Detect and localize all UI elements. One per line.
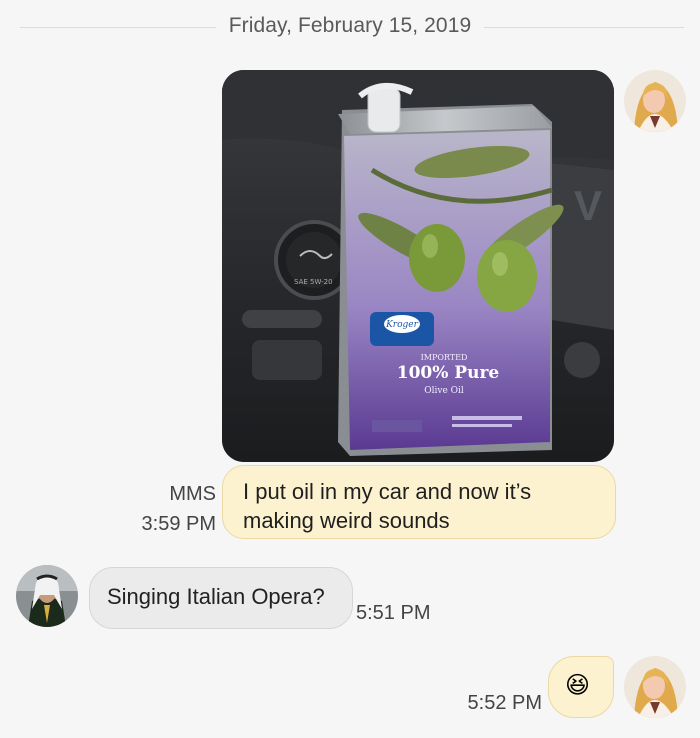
date-label: Friday, February 15, 2019 — [228, 14, 472, 37]
divider-line-right — [484, 27, 684, 28]
mms-image-message[interactable]: V SAE 5W-20 Kroger IMPORTED 100% Pure Ol… — [222, 70, 614, 462]
cap-text: SAE 5W-20 — [294, 278, 333, 286]
can-text-olive-oil: Olive Oil — [424, 386, 464, 396]
contact-avatar[interactable] — [16, 565, 78, 627]
my-avatar[interactable] — [624, 70, 686, 132]
can-text-pure: 100% Pure — [397, 363, 500, 383]
message-time: 5:51 PM — [356, 602, 431, 624]
incoming-message-bubble[interactable]: Singing Italian Opera? — [89, 567, 353, 629]
conversation-screen: Friday, February 15, 2019 V SAE 5W-20 Kr… — [0, 0, 700, 738]
brand-logo-text: Kroger — [385, 320, 419, 330]
message-text-line-2: making weird sounds — [243, 508, 450, 533]
can-text-imported: IMPORTED — [421, 353, 468, 362]
svg-text:V: V — [574, 182, 602, 229]
message-time: 5:52 PM — [467, 692, 542, 714]
outgoing-message-bubble[interactable]: I put oil in my car and now it’s making … — [222, 465, 616, 539]
outgoing-emoji-bubble[interactable]: 😆 — [548, 656, 614, 718]
laughing-emoji-icon: 😆 — [565, 672, 591, 699]
message-text: I put oil in my car and now it’s making … — [243, 477, 531, 535]
my-avatar[interactable] — [624, 656, 686, 718]
date-divider: Friday, February 15, 2019 — [0, 12, 700, 42]
mms-label: MMS — [169, 483, 216, 505]
message-time: 3:59 PM — [141, 513, 216, 535]
message-text: Singing Italian Opera? — [107, 584, 325, 609]
message-text-line-1: I put oil in my car and now it’s — [243, 479, 532, 504]
